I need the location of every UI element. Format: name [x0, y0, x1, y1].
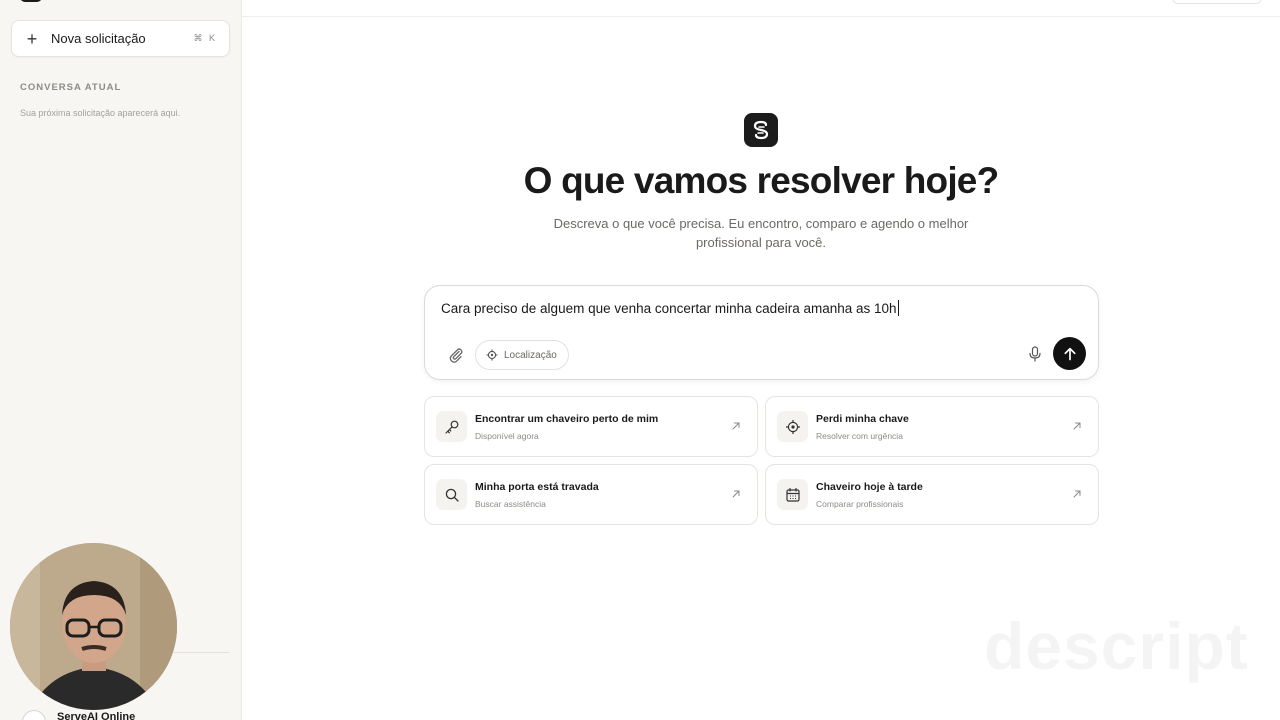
- new-request-label: Nova solicitação: [51, 31, 146, 46]
- location-label: Localização: [504, 349, 557, 361]
- send-button[interactable]: [1053, 337, 1086, 370]
- attach-button[interactable]: [445, 344, 467, 366]
- calendar-icon: [777, 479, 808, 510]
- suggestion-title: Perdi minha chave: [816, 413, 909, 425]
- message-input-text: Cara preciso de alguem que venha concert…: [441, 301, 897, 316]
- page-subtitle: Descreva o que você precisa. Eu encontro…: [553, 216, 969, 250]
- message-input[interactable]: Cara preciso de alguem que venha concert…: [441, 300, 899, 316]
- webcam-overlay: [10, 543, 177, 710]
- search-icon: [436, 479, 467, 510]
- status-label: ServeAI Online: [57, 711, 136, 720]
- suggestion-title: Chaveiro hoje à tarde: [816, 481, 923, 493]
- watermark: descript: [984, 608, 1249, 684]
- suggestion-card[interactable]: Perdi minha chave Resolver com urgência: [765, 396, 1099, 457]
- section-title: CONVERSA ATUAL: [20, 82, 122, 93]
- suggestion-subtitle: Buscar assistência: [475, 499, 546, 509]
- arrow-up-right-icon: [1073, 422, 1081, 430]
- suggestion-title: Encontrar um chaveiro perto de mim: [475, 413, 659, 425]
- sidebar-logo[interactable]: [20, 0, 42, 2]
- arrow-up-icon: [1063, 347, 1076, 360]
- microphone-button[interactable]: [1024, 343, 1046, 365]
- message-composer[interactable]: Cara preciso de alguem que venha concert…: [424, 285, 1099, 380]
- new-request-button[interactable]: + Nova solicitação ⌘ K: [11, 20, 230, 57]
- suggestion-card[interactable]: Minha porta está travada Buscar assistên…: [424, 464, 758, 525]
- suggestion-subtitle: Comparar profissionais: [816, 499, 904, 509]
- suggestion-card[interactable]: Encontrar um chaveiro perto de mim Dispo…: [424, 396, 758, 457]
- paperclip-icon: [449, 348, 463, 363]
- arrow-up-right-icon: [732, 422, 740, 430]
- plus-icon: +: [26, 28, 38, 49]
- arrow-up-right-icon: [732, 490, 740, 498]
- suggestion-subtitle: Resolver com urgência: [816, 431, 903, 441]
- locate-icon: [486, 349, 498, 361]
- microphone-icon: [1029, 346, 1041, 362]
- locate-icon: [777, 411, 808, 442]
- location-button[interactable]: Localização: [475, 340, 569, 370]
- suggestion-title: Minha porta está travada: [475, 481, 599, 493]
- suggestion-subtitle: Disponível agora: [475, 431, 539, 441]
- topbar-action-button[interactable]: [1172, 0, 1262, 4]
- key-icon: [436, 411, 467, 442]
- arrow-up-right-icon: [1073, 490, 1081, 498]
- shortcut-hint: ⌘ K: [193, 33, 217, 43]
- suggestion-card[interactable]: Chaveiro hoje à tarde Comparar profissio…: [765, 464, 1099, 525]
- status-avatar: [22, 710, 46, 720]
- brand-logo-icon: [744, 113, 778, 147]
- top-bar: [242, 0, 1280, 17]
- text-caret: [897, 300, 899, 316]
- page-title: O que vamos resolver hoje?: [523, 160, 1000, 201]
- webcam-feed-image: [10, 543, 177, 710]
- empty-conversation-hint: Sua próxima solicitação aparecerá aqui.: [20, 108, 181, 118]
